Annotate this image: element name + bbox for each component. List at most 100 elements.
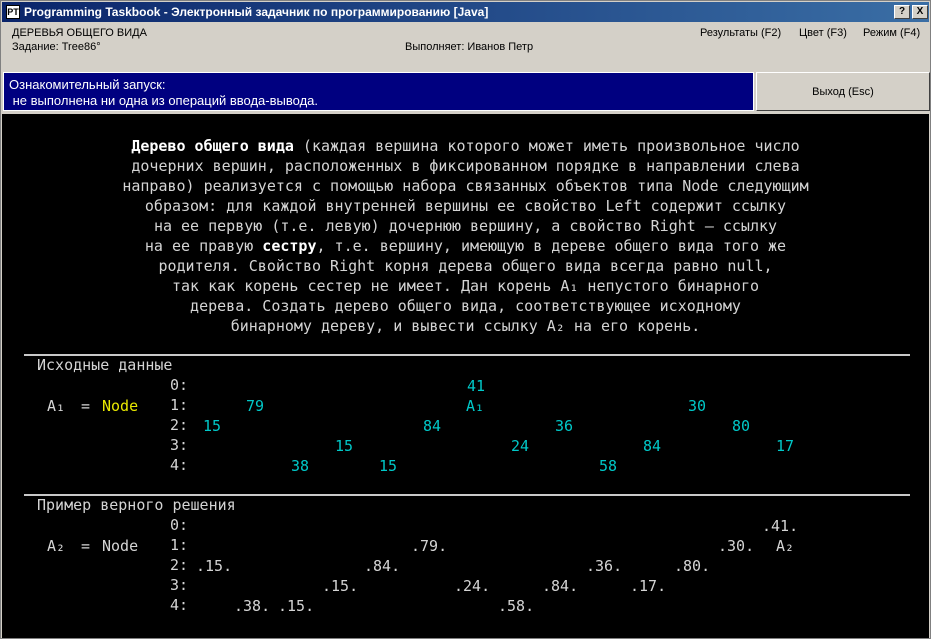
output-level-4: 4: [170, 596, 189, 614]
input-level-4: 4: [170, 456, 189, 474]
task-console: Дерево общего вида (каждая вершина котор… [2, 114, 929, 638]
color-menu[interactable]: Цвет (F3) [799, 27, 847, 39]
description-line: на ее правую сестру, т.е. вершину, имеющ… [2, 236, 929, 256]
input-edge-30-right [710, 406, 737, 417]
description-line: дерева. Создать дерево общего вида, соот… [2, 296, 929, 316]
task-header: ДЕРЕВЬЯ ОБЩЕГО ВИДА Задание: Tree86° Вып… [2, 22, 929, 71]
output-eq: = [81, 537, 91, 555]
input-section-title: Исходные данные [37, 356, 173, 374]
title-bar: PT Programming Taskbook - Электронный за… [2, 2, 929, 22]
app-icon: PT [6, 5, 20, 19]
output-node: .17. [630, 577, 667, 595]
output-level-0: 0: [170, 516, 189, 534]
output-node: .38. [234, 597, 271, 615]
input-node: 84 [643, 437, 662, 455]
task-name: Задание: Tree86° [12, 41, 101, 53]
input-node: A₁ [466, 397, 485, 415]
input-node: 84 [423, 417, 442, 435]
input-node: 38 [291, 457, 310, 475]
output-level-2: 2: [170, 556, 189, 574]
input-node: 41 [467, 377, 486, 395]
input-node: 24 [511, 437, 530, 455]
description-text: родителя. Свойство Right корня дерева об… [158, 257, 773, 275]
input-node: 15 [335, 437, 354, 455]
description-text: (каждая вершина которого может иметь про… [293, 137, 800, 155]
output-node: .15. [322, 577, 359, 595]
exit-button[interactable]: Выход (Esc) [756, 72, 930, 111]
description-text: на ее первую (т.е. левую) дочернюю верши… [153, 217, 778, 235]
input-level-1: 1: [170, 396, 189, 414]
input-node: 15 [203, 417, 222, 435]
input-edge-84-left [350, 426, 423, 437]
input-eq: = [81, 397, 91, 415]
description-text: дочерних вершин, расположенных в фиксиро… [131, 157, 800, 175]
output-level-1: 1: [170, 536, 189, 554]
output-edge-84 [350, 565, 365, 576]
input-level-3: 3: [170, 436, 189, 454]
output-node: .84. [364, 557, 401, 575]
input-type: Node [102, 397, 139, 415]
output-node: .80. [674, 557, 711, 575]
output-node: .36. [586, 557, 623, 575]
description-text: на ее правую [144, 237, 263, 255]
output-edge-79 [218, 545, 412, 556]
output-node: .15. [196, 557, 233, 575]
output-var: A₂ [47, 537, 66, 555]
description-text: , т.е. вершину, имеющую в дереве общего … [316, 237, 787, 255]
output-node: .30. [718, 537, 755, 555]
output-node: .84. [542, 577, 579, 595]
description-text: так как корень сестер не имеет. Дан коре… [172, 277, 759, 295]
description-line: Дерево общего вида (каждая вершина котор… [2, 136, 929, 156]
input-node: 30 [688, 397, 707, 415]
close-button[interactable]: X [912, 5, 928, 19]
description-line: на ее первую (т.е. левую) дочернюю верши… [2, 216, 929, 236]
mode-menu[interactable]: Режим (F4) [863, 27, 920, 39]
description-line: дочерних вершин, расположенных в фиксиро… [2, 156, 929, 176]
help-button[interactable]: ? [894, 5, 910, 19]
input-var: A₁ [47, 397, 66, 415]
input-node: 80 [732, 417, 751, 435]
output-node: A₂ [776, 537, 795, 555]
output-edge-24-84 [498, 585, 520, 586]
output-edge-41 [438, 525, 765, 536]
output-node: .41. [762, 517, 799, 535]
input-node: 58 [599, 457, 618, 475]
output-edge-15 [262, 585, 323, 596]
output-level-3: 3: [170, 576, 189, 594]
description-text: направо) реализуется с помощью набора св… [122, 177, 809, 195]
description-bold: сестру [262, 237, 317, 255]
results-menu[interactable]: Результаты (F2) [700, 27, 781, 39]
description-line: бинарному дереву, и вывести ссылку A₂ на… [2, 316, 929, 336]
description-bold: Дерево общего вида [131, 137, 294, 155]
input-edge-30-left [570, 406, 688, 417]
input-edge-41-right [490, 386, 691, 397]
input-node: 79 [246, 397, 265, 415]
input-edge-36-right [578, 426, 657, 437]
output-node: .24. [454, 577, 491, 595]
description-line: так как корень сестер не имеет. Дан коре… [2, 276, 929, 296]
task-group: ДЕРЕВЬЯ ОБЩЕГО ВИДА [12, 27, 147, 39]
description-line: направо) реализуется с помощью набора св… [2, 176, 929, 196]
description-line: родителя. Свойство Right корня дерева об… [2, 256, 929, 276]
input-node: 17 [776, 437, 795, 455]
input-edge-15-right [358, 446, 389, 457]
output-node: .58. [498, 597, 535, 615]
input-node: 15 [379, 457, 398, 475]
status-panel: Ознакомительный запуск: не выполнена ни … [3, 72, 754, 111]
task-description: Дерево общего вида (каждая вершина котор… [2, 136, 929, 336]
input-edge-79-right [268, 406, 429, 417]
output-section-title: Пример верного решения [37, 496, 236, 514]
output-edge-80 [658, 565, 675, 576]
description-text: бинарному дереву, и вывести ссылку A₂ на… [230, 317, 701, 335]
status-line-1: Ознакомительный запуск: [9, 77, 166, 92]
output-node: .79. [411, 537, 448, 555]
status-line-2: не выполнена ни одна из операций ввода-в… [9, 93, 318, 108]
input-edge-80-right [753, 426, 780, 437]
input-level-2: 2: [170, 416, 189, 434]
output-edge-30 [614, 545, 719, 556]
performer: Выполняет: Иванов Петр [405, 41, 534, 53]
description-line: образом: для каждой внутренней вершины е… [2, 196, 929, 216]
input-edge-15-left [306, 446, 333, 457]
description-text: образом: для каждой внутренней вершины е… [144, 197, 787, 215]
input-edge-79-left [218, 406, 245, 417]
